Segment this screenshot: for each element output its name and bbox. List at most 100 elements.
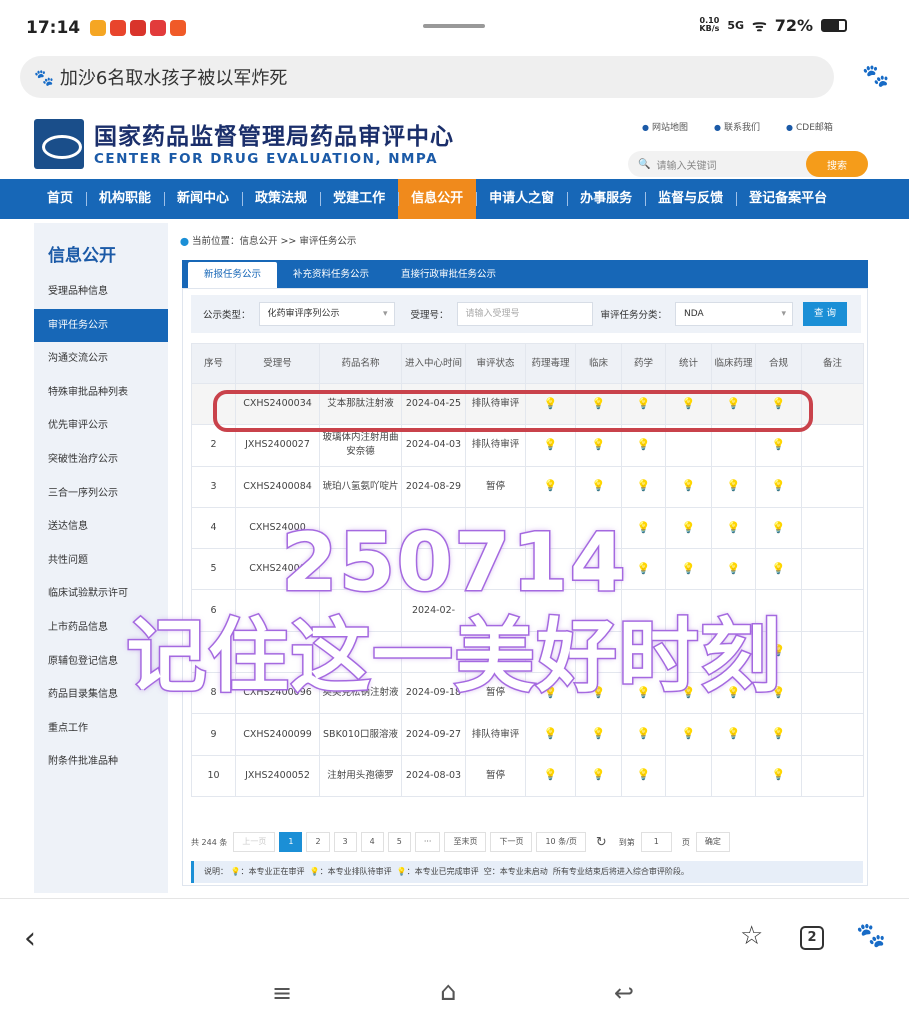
cell-progress: 💡: [621, 465, 666, 508]
nav-registry[interactable]: 登记备案平台: [736, 179, 840, 219]
cell-progress: 💡: [525, 713, 576, 756]
cell-drug-name[interactable]: SBK010口服溶液: [319, 713, 402, 756]
page-button[interactable]: 3: [333, 832, 357, 852]
tab-supplement[interactable]: 补充资料任务公示: [277, 262, 385, 288]
nav-news[interactable]: 新闻中心: [164, 179, 242, 219]
pagination: 共 244 条 上一页 1 2 3 4 5 ··· 至末页 下一页 10 条/页…: [191, 832, 861, 852]
col-header: 备注: [801, 343, 864, 384]
menu-icon[interactable]: ≡: [272, 979, 292, 1007]
col-header: 临床药理: [711, 343, 756, 384]
home-icon[interactable]: ⌂: [440, 977, 457, 1007]
col-header: 进入中心时间: [401, 343, 466, 384]
type-select[interactable]: 化药审评序列公示: [258, 302, 395, 326]
nav-applicant[interactable]: 申请人之窗: [476, 179, 567, 219]
prev-page-button[interactable]: 上一页: [233, 832, 276, 852]
accept-label: 受理号：: [410, 310, 449, 321]
col-header: 药品名称: [319, 343, 402, 384]
bulb-white-icon: 💡: [771, 437, 786, 451]
bulb-white-icon: 💡: [591, 479, 606, 493]
col-header: 药理毒理: [525, 343, 576, 384]
goto-confirm-button[interactable]: 确定: [695, 832, 730, 852]
cell-drug-name[interactable]: 注射用头孢德罗: [319, 754, 402, 797]
tab-direct-approval[interactable]: 直接行政审批任务公示: [385, 262, 512, 288]
goto-page-input[interactable]: 1: [640, 832, 672, 852]
col-header: 序号: [191, 343, 236, 384]
nav-home[interactable]: 首页: [34, 179, 86, 219]
return-icon[interactable]: ↩: [614, 979, 634, 1007]
baidu-paw-icon[interactable]: 🐾: [862, 64, 889, 89]
refresh-icon[interactable]: ↻: [596, 835, 607, 850]
baidu-paw-icon[interactable]: 🐾: [856, 921, 886, 949]
sidebar-item[interactable]: 特殊审批品种列表: [34, 376, 168, 410]
sidebar-item[interactable]: 三合一序列公示: [34, 477, 168, 511]
mail-link[interactable]: CDE邮箱: [786, 120, 833, 133]
clock: 17:14: [26, 18, 81, 38]
site-search-input[interactable]: 🔍 请输入关键词 搜索: [628, 151, 868, 177]
cell-remark: [801, 754, 864, 797]
nav-party[interactable]: 党建工作: [320, 179, 398, 219]
cell-progress: 💡: [575, 754, 622, 797]
nmpa-logo: [34, 119, 84, 169]
cell-progress: 💡: [755, 465, 802, 508]
cell-status: 暂停: [465, 754, 526, 797]
search-placeholder: 请输入关键词: [656, 160, 717, 172]
nav-functions[interactable]: 机构职能: [86, 179, 164, 219]
sitemap-link[interactable]: 网站地图: [642, 120, 688, 133]
cell-date: 2024-08-29: [401, 465, 466, 508]
net-speed: 0.10 KB/s: [699, 16, 720, 33]
nav-policy[interactable]: 政策法规: [242, 179, 320, 219]
sidebar-item[interactable]: 优先审评公示: [34, 409, 168, 443]
cell-progress: 💡: [755, 754, 802, 797]
battery-percent: 72%: [774, 15, 813, 35]
sidebar-item-active[interactable]: 审评任务公示: [34, 308, 168, 343]
cell-progress: 💡: [621, 713, 666, 756]
overlay-caption-text: 记住这一美好时刻: [125, 609, 783, 705]
sidebar-item[interactable]: 附条件批准品种: [34, 745, 168, 779]
bulb-white-icon: 💡: [591, 437, 606, 451]
cell-progress: [665, 754, 712, 797]
bulb-white-icon: 💡: [591, 768, 606, 782]
page-button[interactable]: 5: [387, 832, 411, 852]
sidebar-item[interactable]: 突破性治疗公示: [34, 443, 168, 477]
next-page-button[interactable]: 下一页: [490, 832, 533, 852]
accept-number-input[interactable]: 请输入受理号: [456, 302, 593, 326]
col-header: 审评状态: [465, 343, 526, 384]
legend-note: 所有专业结束后将进入综合审评阶段。: [552, 867, 689, 876]
goto-label: 到第: [618, 837, 635, 847]
bulb-white-icon: 💡: [543, 768, 558, 782]
category-select[interactable]: NDA: [675, 302, 794, 326]
sidebar-item[interactable]: 沟通交流公示: [34, 342, 168, 376]
bulb-white-icon: 💡: [543, 727, 558, 741]
cell-drug-name[interactable]: 琥珀八氢氨吖啶片: [319, 465, 402, 508]
page-size-select[interactable]: 10 条/页: [536, 832, 586, 852]
bulb-white-icon: 💡: [681, 727, 696, 741]
query-button[interactable]: 查 询: [803, 302, 848, 326]
cell-progress: 💡: [665, 713, 712, 756]
star-icon[interactable]: ☆: [740, 921, 763, 951]
bulb-white-icon: 💡: [636, 727, 651, 741]
browser-search-bar[interactable]: 🐾 加沙6名取水孩子被以军炸死: [20, 56, 834, 98]
legend-label: 说明：: [204, 867, 228, 876]
cell-no: 9: [191, 713, 236, 756]
page-button[interactable]: 4: [360, 832, 384, 852]
cell-status: 暂停: [465, 465, 526, 508]
tab-new-tasks[interactable]: 新报任务公示: [188, 262, 278, 288]
sidebar-item[interactable]: 受理品种信息: [34, 275, 168, 309]
back-icon[interactable]: ‹: [24, 921, 36, 956]
cell-date: 2024-09-27: [401, 713, 466, 756]
cell-remark: [801, 465, 864, 508]
site-search-button[interactable]: 搜索: [806, 151, 868, 177]
nav-feedback[interactable]: 监督与反馈: [645, 179, 736, 219]
nav-services[interactable]: 办事服务: [567, 179, 645, 219]
filter-bar: 公示类型： 化药审评序列公示 受理号： 请输入受理号 审评任务分类： NDA 查…: [191, 295, 861, 333]
cell-progress: 💡: [575, 465, 622, 508]
last-page-button[interactable]: 至末页: [444, 832, 487, 852]
contact-link[interactable]: 联系我们: [714, 120, 760, 133]
tabs-count-button[interactable]: 2: [800, 926, 824, 950]
nav-info[interactable]: 信息公开: [398, 179, 477, 219]
page-button[interactable]: 1: [279, 832, 303, 852]
sidebar-title: 信息公开: [48, 246, 116, 266]
sidebar-item[interactable]: 重点工作: [34, 712, 168, 746]
page-button[interactable]: 2: [306, 832, 330, 852]
bulb-white-icon: 💡: [543, 437, 558, 451]
